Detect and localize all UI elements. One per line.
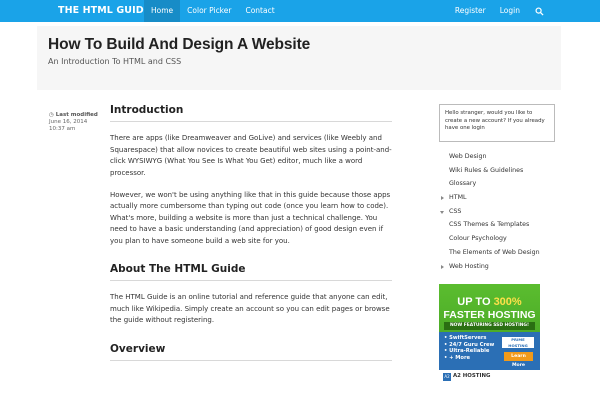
ad-headline-2: FASTER HOSTING (443, 309, 536, 321)
a2-logo-icon: A2 (443, 373, 451, 381)
ad-brand: A2 HOSTING (453, 373, 491, 379)
intro-paragraph-1: There are apps (like Dreamweaver and GoL… (110, 134, 392, 177)
nav-register[interactable]: Register (448, 0, 493, 22)
heading-about: About The HTML Guide (110, 263, 392, 282)
sidebar-item-label: Web Design (449, 153, 487, 160)
heading-introduction: Introduction (110, 104, 392, 123)
sidebar-item-label: CSS (449, 207, 462, 215)
page-title: How To Build And Design A Website (48, 36, 311, 53)
ad-learn-more-button[interactable]: Learn More (504, 352, 533, 368)
sidebar-item-label: HTML (449, 194, 467, 202)
nav-contact[interactable]: Contact (238, 0, 281, 22)
sidebar-item-colour-psychology[interactable]: Colour Psychology (439, 232, 559, 246)
nav-color-picker[interactable]: Color Picker (180, 0, 238, 22)
chevron-right-icon (441, 196, 444, 201)
sidebar-item-label: CSS Themes & Templates (449, 221, 530, 229)
about-paragraph-1: The HTML Guide is an online tutorial and… (110, 293, 390, 325)
login-prompt-text[interactable]: Hello stranger, would you like to create… (445, 110, 550, 133)
account-nav: Register Login (448, 0, 552, 22)
ad-badge: PRIME HOSTING +SSD (502, 337, 534, 353)
top-navbar: THE HTML GUIDE Home Color Picker Contact… (0, 0, 600, 22)
nav-login[interactable]: Login (493, 0, 527, 22)
ad-footer: A2 A2 HOSTING (439, 370, 540, 384)
sidebar-item-wiki-rules[interactable]: Wiki Rules & Guidelines (439, 164, 559, 178)
sidebar-item-label: The Elements of Web Design (449, 248, 540, 256)
sidebar-item-label: Glossary (449, 180, 477, 188)
nav-home[interactable]: Home (144, 0, 181, 22)
search-button[interactable] (527, 0, 552, 22)
login-prompt-box: Hello stranger, would you like to create… (439, 104, 555, 142)
last-modified-date: June 16, 2014 (49, 119, 88, 125)
sidebar-item-glossary[interactable]: Glossary (439, 177, 559, 191)
sidebar-item-label: Colour Psychology (449, 235, 507, 243)
article-content: Introduction There are apps (like Dreamw… (110, 104, 392, 362)
last-modified-label: Last modified (55, 112, 98, 118)
hosting-ad-banner[interactable]: UP TO 300% FASTER HOSTING NOW FEATURING … (439, 284, 540, 384)
last-modified-time: 10:37 am (49, 126, 76, 132)
chevron-right-icon (441, 264, 444, 269)
sidebar-item-web-design[interactable]: Web Design (439, 150, 559, 164)
sidebar-item-html[interactable]: HTML (439, 191, 559, 205)
sidebar-item-css-themes[interactable]: CSS Themes & Templates (439, 218, 559, 232)
sidebar-nav: Web Design Wiki Rules & Guidelines Gloss… (439, 150, 559, 273)
sidebar-item-css[interactable]: CSS (439, 205, 559, 219)
page-subtitle: An Introduction To HTML and CSS (48, 57, 182, 66)
site-brand[interactable]: THE HTML GUIDE (58, 0, 150, 22)
last-modified: ◷ Last modified June 16, 2014 10:37 am (49, 112, 104, 133)
sidebar-item-web-hosting[interactable]: Web Hosting (439, 260, 559, 274)
sidebar-item-label: Web Hosting (449, 262, 489, 270)
sidebar-item-elements-of-web-design[interactable]: The Elements of Web Design (439, 246, 559, 260)
search-icon (535, 6, 544, 16)
page-header: How To Build And Design A Website An Int… (37, 26, 561, 90)
ad-lower-panel: • SwiftServers • 24/7 Guru Crew • Ultra-… (439, 332, 540, 370)
heading-overview: Overview (110, 343, 392, 362)
ad-strip: NOW FEATURING SSD HOSTING! (444, 322, 535, 330)
chevron-down-icon (440, 210, 444, 214)
clock-icon: ◷ (49, 112, 54, 118)
ad-headline-1: UP TO 300% (457, 296, 522, 308)
sidebar-item-label: Wiki Rules & Guidelines (449, 166, 524, 174)
intro-paragraph-2: However, we won't be using anything like… (110, 191, 391, 245)
ad-bullets: • SwiftServers • 24/7 Guru Crew • Ultra-… (444, 335, 495, 361)
main-nav: Home Color Picker Contact (144, 0, 282, 22)
